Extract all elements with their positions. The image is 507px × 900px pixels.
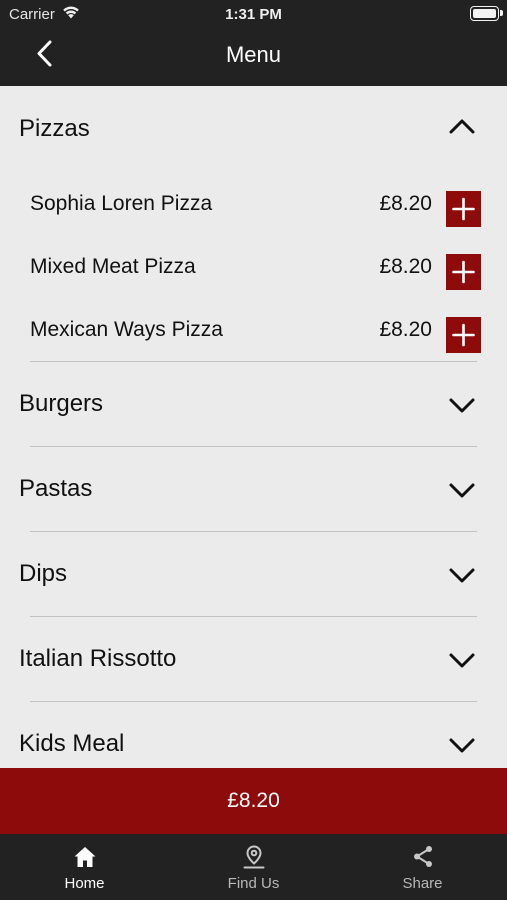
category-label: Burgers (19, 390, 104, 417)
category-header-pizzas[interactable]: Pizzas (0, 86, 507, 172)
tab-label: Home (64, 875, 105, 892)
category-header-pastas[interactable]: Pastas (0, 447, 507, 532)
menu-item-price: £8.20 (379, 255, 432, 278)
plus-icon (452, 197, 475, 221)
category-label: Dips (19, 560, 68, 587)
menu-item-row: Mexican Ways Pizza £8.20 (0, 298, 507, 361)
home-icon (74, 847, 96, 867)
menu-item-row: Mixed Meat Pizza £8.20 (0, 235, 507, 298)
chevron-down-icon (449, 398, 475, 413)
chevron-down-icon (449, 483, 475, 498)
location-pin-icon (243, 845, 265, 869)
menu-category-list: Pizzas Sophia Loren Pizza £8.20 Mixed Me… (0, 86, 507, 768)
share-icon (414, 846, 432, 867)
tab-share[interactable]: Share (338, 834, 507, 900)
page-title: Menu (225, 42, 282, 67)
menu-item-name: Mexican Ways Pizza (30, 318, 223, 341)
chevron-down-icon (449, 738, 475, 753)
category-label: Italian Rissotto (19, 645, 177, 672)
menu-item-row: Sophia Loren Pizza £8.20 (0, 172, 507, 235)
plus-icon (452, 323, 475, 347)
top-navigation-bar: Carrier 1:31 PM Menu (0, 0, 507, 86)
menu-item-name: Sophia Loren Pizza (30, 192, 213, 215)
category-label: Kids Meal (19, 730, 125, 757)
menu-item-price: £8.20 (379, 318, 432, 341)
category-header-dips[interactable]: Dips (0, 532, 507, 617)
add-to-cart-button[interactable] (446, 254, 481, 290)
status-time: 1:31 PM (225, 6, 282, 23)
chevron-down-icon (449, 568, 475, 583)
cart-total-label: £8.20 (227, 789, 280, 812)
category-header-italian-rissotto[interactable]: Italian Rissotto (0, 617, 507, 702)
tab-home[interactable]: Home (0, 834, 169, 900)
chevron-down-icon (449, 653, 475, 668)
chevron-up-icon (449, 119, 475, 134)
tab-find-us[interactable]: Find Us (169, 834, 338, 900)
menu-item-price: £8.20 (379, 192, 432, 215)
tab-label: Share (402, 875, 443, 892)
plus-icon (452, 260, 475, 284)
category-label: Pastas (19, 475, 93, 502)
bottom-tab-bar: Home Find Us Share (0, 834, 507, 900)
tab-label: Find Us (227, 875, 280, 892)
category-label: Pizzas (19, 115, 90, 142)
battery-icon (470, 6, 503, 21)
category-header-burgers[interactable]: Burgers (0, 362, 507, 447)
status-bar: Carrier 1:31 PM (0, 0, 507, 28)
add-to-cart-button[interactable] (446, 317, 481, 353)
menu-item-name: Mixed Meat Pizza (30, 255, 196, 278)
cart-total-button[interactable]: £8.20 (0, 768, 507, 834)
add-to-cart-button[interactable] (446, 191, 481, 227)
category-header-kids-meal[interactable]: Kids Meal (0, 702, 507, 768)
